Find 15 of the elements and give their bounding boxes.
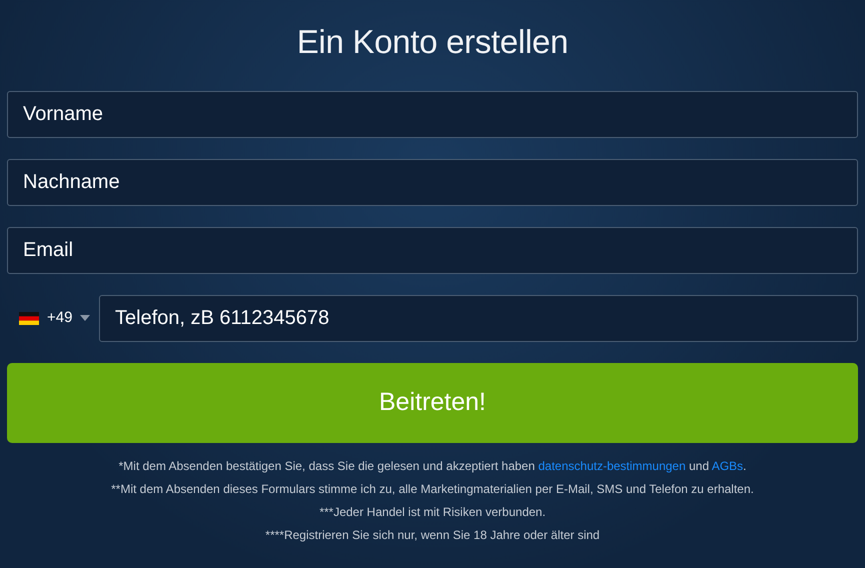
- disclaimer-text: ****Registrieren Sie sich nur, wenn Sie 18 Jahre oder älter sind: [264, 526, 601, 544]
- caret-icon: [80, 315, 90, 322]
- text-field[interactable]: Vorname: [7, 90, 858, 138]
- disclaimer-text: *Mit dem Absenden bestätigen Sie, dass Sie die gelesen und akzeptiert haben datenschutz-bestimmungen und AGBs.: [118, 458, 748, 475]
- phone-field[interactable]: Telefon, zB 6112345678: [99, 294, 858, 342]
- text-link[interactable]: datenschutz-bestimmungen: [538, 458, 686, 473]
- germany-flag-icon: [19, 312, 39, 325]
- disclaimer-text: ***Jeder Handel ist mit Risiken verbunden.: [318, 504, 547, 521]
- submit-button[interactable]: Beitreten!: [7, 362, 858, 443]
- country-code-selector[interactable]: +49: [7, 306, 99, 330]
- disclaimer-text: **Mit dem Absenden dieses Formulars stimme ich zu, alle Marketingmaterialien per E-Mail, SMS und Telefon zu erhalten.: [110, 480, 755, 498]
- form-title: Ein Konto erstellen: [296, 22, 570, 62]
- text-field[interactable]: Email: [7, 226, 858, 274]
- text-field[interactable]: Nachname: [7, 158, 858, 206]
- text-link[interactable]: AGBs: [712, 458, 744, 473]
